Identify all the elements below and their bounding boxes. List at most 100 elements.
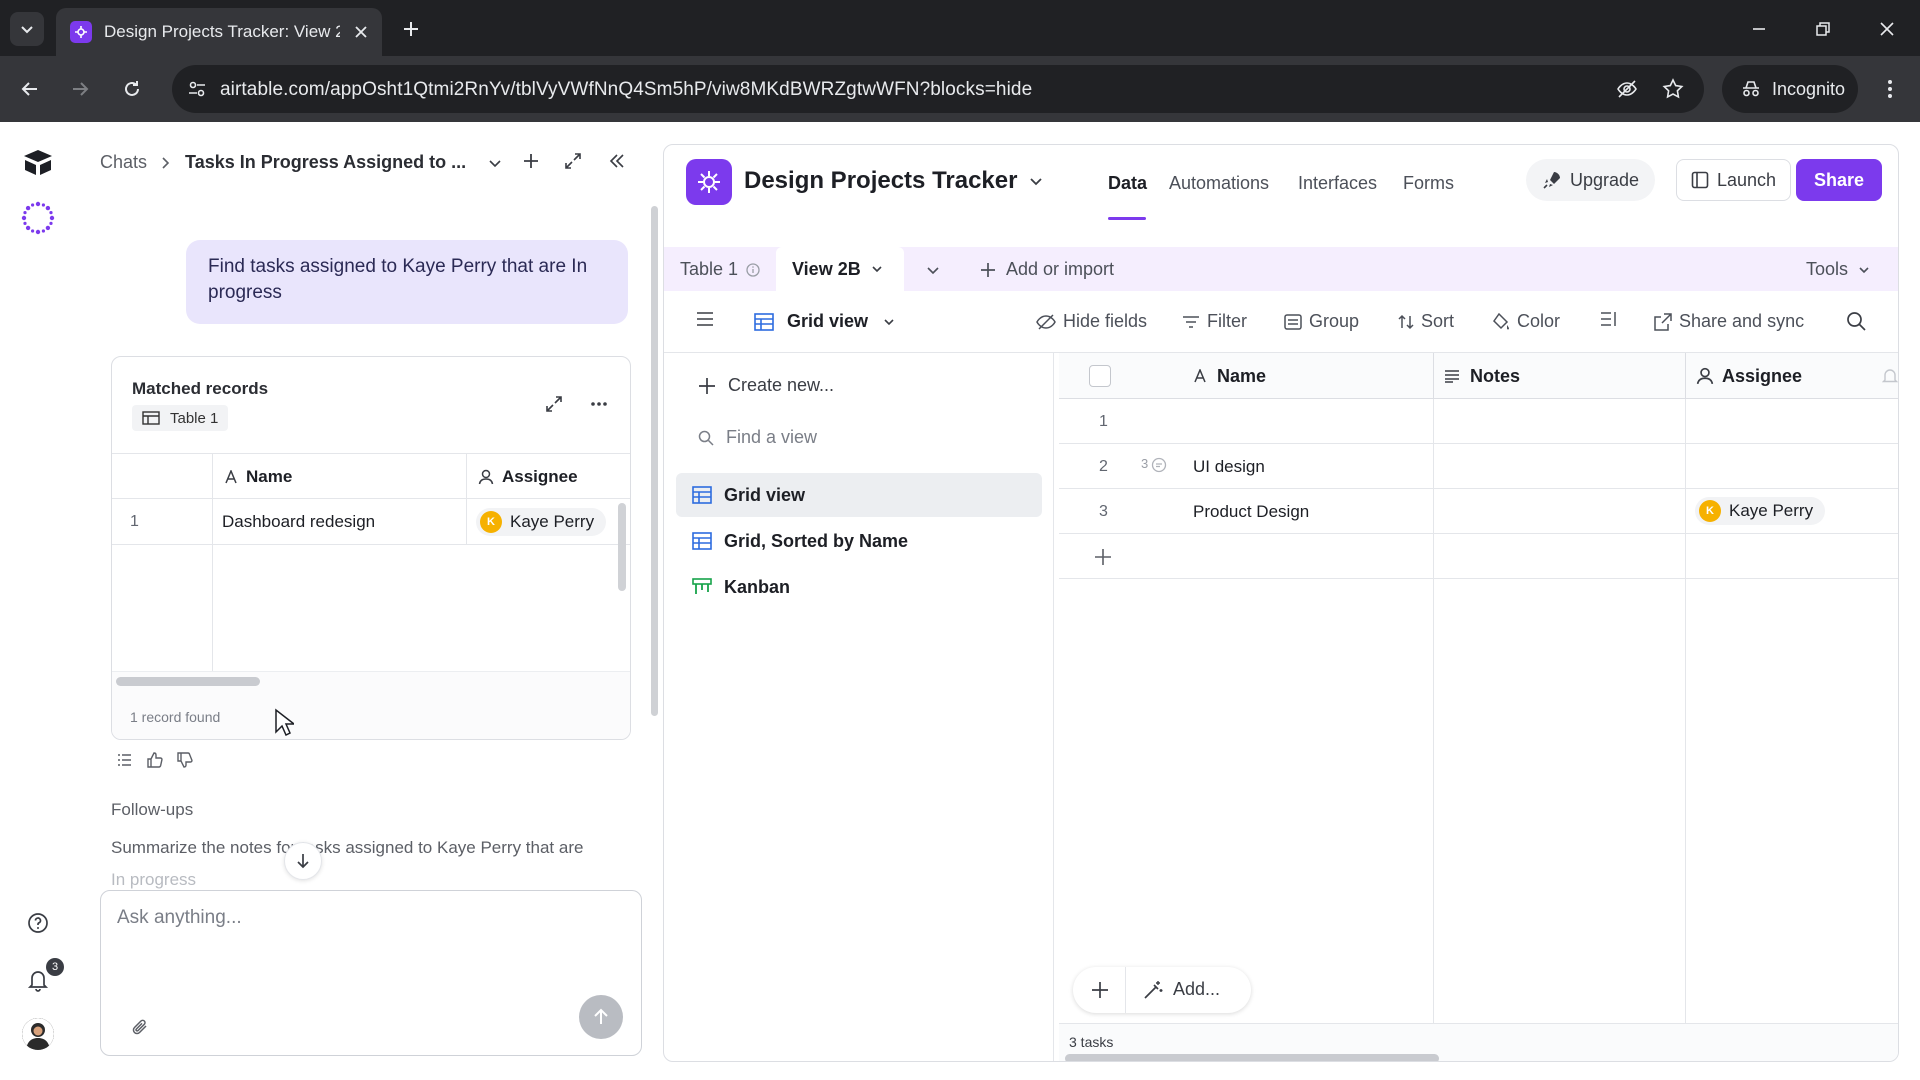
add-record-row[interactable] [1059,534,1898,579]
row-height-button[interactable] [1600,311,1618,327]
url-text[interactable]: airtable.com/appOsht1Qtmi2RnYv/tblVyVWfN… [220,79,1032,101]
incognito-indicator[interactable]: Incognito [1722,65,1858,113]
add-record-button[interactable] [1091,981,1109,999]
share-button[interactable]: Share [1796,159,1883,201]
card-title: Matched records [132,379,269,398]
view-item-kanban[interactable]: Kanban [676,565,1042,609]
tab-search-button[interactable] [10,12,44,46]
vertical-scrollbar[interactable] [618,503,626,591]
help-icon[interactable] [27,912,49,934]
thumbs-up-icon[interactable] [147,752,163,768]
grid-col-notes[interactable]: Notes [1433,353,1685,399]
search-button[interactable] [1846,311,1866,331]
collapse-panel-icon[interactable] [608,152,626,170]
restore-button[interactable] [1808,14,1838,44]
grid-horizontal-scrollbar[interactable] [1065,1054,1439,1061]
assignee-avatar: K [1699,500,1721,522]
card-more-icon[interactable] [590,401,608,407]
nav-automations[interactable]: Automations [1169,173,1269,194]
sources-list-icon[interactable] [117,752,133,768]
attachment-icon[interactable] [131,1017,149,1037]
address-bar[interactable]: airtable.com/appOsht1Qtmi2RnYv/tblVyVWfN… [172,65,1704,113]
nav-forms[interactable]: Forms [1403,173,1454,194]
toggle-sidebar-button[interactable] [696,311,714,327]
forward-button[interactable] [64,73,96,105]
create-view-button[interactable]: Create new... [698,375,834,396]
star-icon[interactable] [1662,78,1684,100]
group-button[interactable]: Group [1284,311,1359,332]
filter-icon [1183,315,1199,328]
ai-add-button[interactable]: Add... [1143,979,1220,1000]
assignee-pill[interactable]: K Kaye Perry [1695,497,1826,525]
expand-chat-icon[interactable] [564,152,582,170]
tab-table-1[interactable]: Table 1 [680,259,760,280]
tools-button[interactable]: Tools [1806,259,1870,280]
table-row[interactable]: 2 3 UI design [1059,444,1898,489]
reload-button[interactable] [116,73,148,105]
chat-input-box[interactable]: Ask anything... [100,890,642,1056]
close-window-button[interactable] [1872,14,1902,44]
card-col-name[interactable]: Name [224,467,292,487]
upgrade-button[interactable]: Upgrade [1526,159,1656,201]
base-title-button[interactable]: Design Projects Tracker [744,167,1043,195]
tab-view-2b[interactable]: View 2B [776,247,904,291]
home-logo-icon[interactable] [22,148,54,176]
nav-data[interactable]: Data [1108,173,1147,194]
eye-off-icon[interactable] [1616,78,1638,100]
new-chat-icon[interactable] [522,152,540,170]
sort-button[interactable]: Sort [1398,311,1454,332]
record-name[interactable]: Dashboard redesign [222,512,375,532]
base-icon[interactable] [686,159,732,205]
view-item-grid-sorted[interactable]: Grid, Sorted by Name [676,519,1042,563]
scroll-down-button[interactable] [284,842,322,880]
minimize-button[interactable] [1744,14,1774,44]
followup-suggestion-continued[interactable]: In progress [111,870,196,890]
chat-input[interactable]: Ask anything... [117,907,242,929]
chat-scrollbar[interactable] [651,206,658,716]
tab-close-icon[interactable] [354,25,368,39]
new-tab-button[interactable] [396,14,426,44]
add-or-import-button[interactable]: Add or import [980,259,1114,280]
record-name[interactable]: Product Design [1193,502,1309,522]
find-view-input[interactable]: Find a view [698,427,817,448]
breadcrumb-chats[interactable]: Chats [100,152,147,173]
site-settings-icon[interactable] [188,80,206,98]
send-button[interactable] [579,995,623,1039]
expand-card-icon[interactable] [545,395,563,413]
card-col-assignee[interactable]: Assignee [478,467,578,487]
table-row[interactable]: 1 [1059,399,1898,444]
select-all-checkbox[interactable] [1089,365,1111,387]
chevron-down-icon[interactable] [488,156,502,170]
view-item-grid-view[interactable]: Grid view [676,473,1042,517]
grid-col-assignee[interactable]: Assignee [1685,353,1898,399]
hide-fields-button[interactable]: Hide fields [1036,311,1147,332]
horizontal-scrollbar[interactable] [116,677,260,686]
text-field-icon [1194,369,1206,383]
view-switcher[interactable]: Grid view [754,311,895,332]
user-avatar[interactable] [22,1018,54,1050]
more-tables-button[interactable] [926,263,940,277]
chevron-down-icon [21,26,33,34]
table-pill[interactable]: Table 1 [132,405,229,431]
nav-interfaces[interactable]: Interfaces [1298,173,1377,194]
filter-button[interactable]: Filter [1182,311,1247,332]
grid-col-name[interactable]: Name [1059,353,1433,399]
back-button[interactable] [14,73,46,105]
base-title: Design Projects Tracker [744,167,1018,194]
share-and-sync-button[interactable]: Share and sync [1654,311,1804,332]
color-button[interactable]: Color [1492,311,1560,332]
omni-ai-icon[interactable] [20,200,56,236]
comment-icon[interactable] [1151,457,1167,473]
thumbs-down-icon[interactable] [177,752,193,768]
browser-menu-button[interactable] [1874,73,1906,105]
followup-suggestion[interactable]: Summarize the notes for tasks assigned t… [111,838,583,858]
table-row[interactable]: 3 Product Design K Kaye Perry [1059,489,1898,534]
browser-tab[interactable]: Design Projects Tracker: View 2B [56,8,382,56]
record-name[interactable]: UI design [1193,457,1265,477]
notifications-icon[interactable] [27,968,49,992]
breadcrumb-current-chat[interactable]: Tasks In Progress Assigned to ... [185,152,466,173]
grid-icon [754,312,774,331]
sort-icon [1398,314,1414,329]
launch-button[interactable]: Launch [1676,159,1792,201]
table-row[interactable]: 1 Dashboard redesign K Kaye Perry [112,499,630,545]
